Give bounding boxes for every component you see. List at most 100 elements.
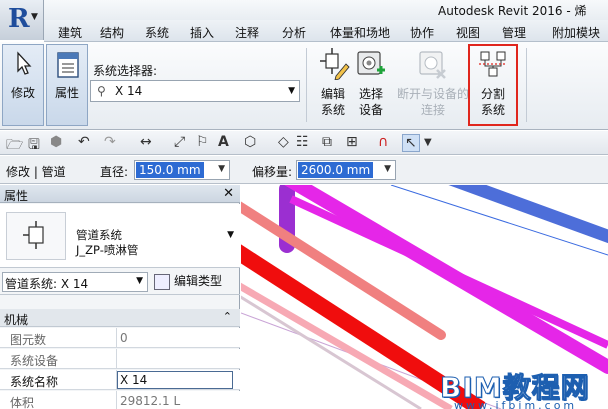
tab-architecture[interactable]: 建筑 <box>58 24 82 41</box>
select-cursor-icon[interactable]: ↖ <box>402 134 420 152</box>
diameter-dropdown[interactable]: 150.0 mm ▼ <box>134 160 230 180</box>
watermark: BIM教程网 www.ifbim.com <box>440 366 608 409</box>
open-icon[interactable]: 🗁 <box>6 134 23 158</box>
undo-icon[interactable]: ↶ <box>78 134 90 150</box>
type-name: 管道系统 J_ZP-喷淋管 <box>76 228 138 258</box>
tab-annotate[interactable]: 注释 <box>235 24 259 41</box>
modify-button[interactable]: 修改 <box>2 44 44 126</box>
window-title: Autodesk Revit 2016 - 烯 <box>438 4 587 18</box>
tab-massing-site[interactable]: 体量和场地 <box>330 24 390 41</box>
property-key: 系统设备 <box>10 354 59 368</box>
group-header-mechanical[interactable]: 机械 ⌃ <box>0 309 240 327</box>
system-selector-label: 系统选择器: <box>93 64 158 78</box>
property-row-system-name: 系统名称 X 14 <box>0 370 240 390</box>
tab-manage[interactable]: 管理 <box>502 24 526 41</box>
pipe-system-type-icon <box>6 212 66 260</box>
type-family: 管道系统 <box>76 228 122 242</box>
offset-label: 偏移量: <box>252 165 293 179</box>
section-icon[interactable]: ◇ <box>278 134 289 150</box>
highlight-frame <box>468 44 518 126</box>
close-hidden-windows-icon[interactable]: ⧉ <box>322 134 332 150</box>
pipe-pink <box>241 282 453 409</box>
edit-type-button[interactable]: 编辑类型 <box>154 272 222 292</box>
chevron-down-icon: ▼ <box>288 86 295 96</box>
column-divider <box>116 328 117 348</box>
instance-filter-row: 管道系统: X 14 ▼ 编辑类型 <box>0 269 240 295</box>
disconnect-equipment-icon <box>419 51 446 79</box>
property-key: 图元数 <box>10 333 47 347</box>
ribbon-panel: 修改 属性 系统选择器: ⚲ X 14 ▼ 编辑 系统 选择 设备 断开与设备的… <box>0 42 608 130</box>
property-value: 0 <box>120 331 128 345</box>
group-title: 机械 <box>4 313 29 327</box>
panel-separator <box>526 48 527 122</box>
chevron-down-icon: ▼ <box>136 276 143 286</box>
options-bar: 修改 | 管道 直径: 150.0 mm ▼ 偏移量: 2600.0 mm ▼ <box>0 156 608 184</box>
edit-type-icon <box>154 273 170 290</box>
type-value: J_ZP-喷淋管 <box>76 243 139 257</box>
diameter-value: 150.0 mm <box>136 162 204 178</box>
chevron-down-icon: ▼ <box>218 164 225 174</box>
chevron-down-icon: ▼ <box>31 12 38 22</box>
tab-systems[interactable]: 系统 <box>145 24 169 41</box>
quick-access-toolbar: 🗁 🖫 ⬢ ↶ ↷ ↔ ⤢ ⚐ A ⬡ ◇ ☷ ⧉ ⊞ ∩ ↖ ▼ <box>0 131 608 155</box>
property-value: X 14 <box>120 373 148 387</box>
properties-header: 属性 ✕ <box>0 185 240 203</box>
3d-view-icon[interactable]: ⬡ <box>244 134 256 150</box>
pipe-system-icon: ⚲ <box>97 84 106 98</box>
thin-lines-icon[interactable]: ☷ <box>296 134 309 150</box>
disconnect-equipment-button[interactable]: 断开与设备的 连接 <box>397 46 469 124</box>
system-selector-dropdown[interactable]: ⚲ X 14 ▼ <box>90 80 300 102</box>
property-row: 系统设备 <box>0 349 240 369</box>
tab-analyze[interactable]: 分析 <box>282 24 306 41</box>
close-icon[interactable]: ✕ <box>223 186 234 201</box>
tag-icon[interactable]: ⚐ <box>196 134 209 150</box>
property-row: 图元数 0 <box>0 328 240 348</box>
tab-view[interactable]: 视图 <box>456 24 480 41</box>
save-icon[interactable]: 🖫 <box>28 134 40 158</box>
measure-icon[interactable]: ↔ <box>140 134 152 150</box>
magnet-icon[interactable]: ∩ <box>378 134 388 150</box>
offset-dropdown[interactable]: 2600.0 mm ▼ <box>296 160 396 180</box>
property-key: 系统名称 <box>10 375 59 389</box>
properties-label: 属性 <box>54 86 79 100</box>
collapse-icon[interactable]: ⌃ <box>223 310 232 323</box>
system-selector-value: X 14 <box>115 84 143 98</box>
property-row: 体积 29812.1 L <box>0 391 240 409</box>
edit-type-label: 编辑类型 <box>174 274 223 288</box>
property-key: 体积 <box>10 396 35 409</box>
tab-insert[interactable]: 插入 <box>190 24 214 41</box>
column-divider <box>116 349 117 369</box>
customize-qat-icon[interactable]: ▼ <box>424 137 432 148</box>
application-menu-button[interactable]: R ▼ <box>0 0 44 40</box>
title-bar: Autodesk Revit 2016 - 烯 <box>44 0 608 20</box>
tab-structure[interactable]: 结构 <box>100 24 124 41</box>
instance-filter-dropdown[interactable]: 管道系统: X 14 ▼ <box>2 272 148 292</box>
watermark-url: www.ifbim.com <box>454 399 578 409</box>
cursor-arrow-icon <box>17 51 32 75</box>
revit-logo-icon: R <box>8 4 30 34</box>
select-equipment-icon <box>357 51 385 75</box>
tab-add-ins[interactable]: 附加模块 <box>552 24 600 41</box>
switch-windows-icon[interactable]: ⊞ <box>346 134 358 150</box>
diameter-label: 直径: <box>100 165 129 179</box>
modify-label: 修改 <box>10 86 35 100</box>
context-label: 修改 | 管道 <box>6 165 66 179</box>
chevron-down-icon: ▼ <box>384 164 391 174</box>
offset-value: 2600.0 mm <box>298 162 374 178</box>
ribbon-tab-bar: 建筑 结构 系统 插入 注释 分析 体量和场地 协作 视图 管理 附加模块 <box>44 20 608 42</box>
property-value: 29812.1 L <box>120 394 181 408</box>
dimension-icon[interactable]: ⤢ <box>174 134 185 150</box>
column-divider <box>116 391 117 409</box>
instance-filter-value: 管道系统: X 14 <box>5 277 89 291</box>
tab-collaborate[interactable]: 协作 <box>410 24 434 41</box>
sync-icon[interactable]: ⬢ <box>50 134 62 150</box>
chevron-down-icon: ▼ <box>227 230 234 240</box>
properties-panel-icon <box>57 52 79 78</box>
pipe-blue <box>448 185 608 244</box>
properties-button[interactable]: 属性 <box>46 44 88 126</box>
type-selector[interactable]: 管道系统 J_ZP-喷淋管 ▼ <box>0 204 240 268</box>
properties-title: 属性 <box>4 189 29 203</box>
properties-palette: 属性 ✕ 管道系统 J_ZP-喷淋管 ▼ 管道系统: X 14 ▼ 编辑类型 机… <box>0 185 240 409</box>
text-icon[interactable]: A <box>218 134 229 150</box>
redo-icon[interactable]: ↷ <box>104 134 116 150</box>
